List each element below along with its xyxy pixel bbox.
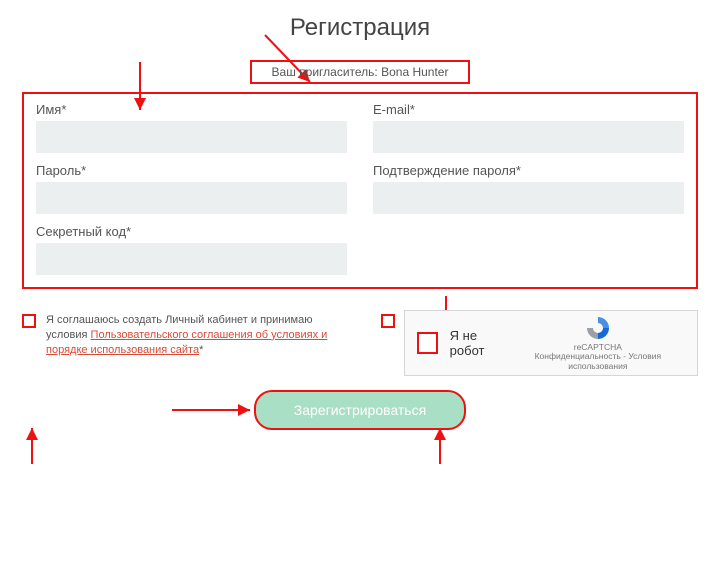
input-password[interactable] [36, 182, 347, 214]
recaptcha-icon [585, 315, 611, 341]
captcha-label: Я не робот [450, 328, 511, 358]
input-email[interactable] [373, 121, 684, 153]
label-email: E-mail* [373, 102, 684, 117]
recaptcha[interactable]: Я не робот reCAPTCHA Конфиденциальность … [404, 310, 698, 376]
label-confirm: Подтверждение пароля* [373, 163, 684, 178]
annotation-arrow-submit [170, 400, 256, 420]
field-confirm: Подтверждение пароля* [373, 163, 684, 214]
input-confirm[interactable] [373, 182, 684, 214]
field-name: Имя* [36, 102, 347, 153]
captcha-checkbox[interactable] [417, 332, 438, 354]
input-secret[interactable] [36, 243, 347, 275]
label-name: Имя* [36, 102, 347, 117]
label-password: Пароль* [36, 163, 347, 178]
consent-right-checkbox[interactable] [381, 314, 395, 328]
field-secret: Секретный код* [36, 224, 347, 275]
page-title: Регистрация [0, 14, 720, 42]
input-name[interactable] [36, 121, 347, 153]
recaptcha-legal: Конфиденциальность - Условия использован… [511, 352, 685, 371]
recaptcha-logo: reCAPTCHA Конфиденциальность - Условия и… [511, 315, 685, 371]
registration-form: Имя* E-mail* Пароль* Подтверждение парол… [22, 92, 698, 289]
consent-left-text: Я соглашаюсь создать Личный кабинет и пр… [46, 313, 339, 372]
inviter-name: Bona Hunter [381, 65, 448, 79]
consent-left: Я соглашаюсь создать Личный кабинет и пр… [22, 313, 339, 372]
captcha-container: Я не робот reCAPTCHA Конфиденциальность … [404, 310, 698, 376]
inviter-box: Ваш пригласитель: Bona Hunter [250, 60, 470, 84]
label-secret: Секретный код* [36, 224, 347, 239]
field-password: Пароль* [36, 163, 347, 214]
consent-left-checkbox[interactable] [22, 314, 36, 328]
submit-button[interactable]: Зарегистрироваться [254, 390, 466, 430]
inviter-prefix: Ваш пригласитель: [272, 65, 382, 79]
field-email: E-mail* [373, 102, 684, 153]
consent-left-t2: * [199, 344, 203, 356]
submit-row: Зарегистрироваться [0, 390, 720, 430]
